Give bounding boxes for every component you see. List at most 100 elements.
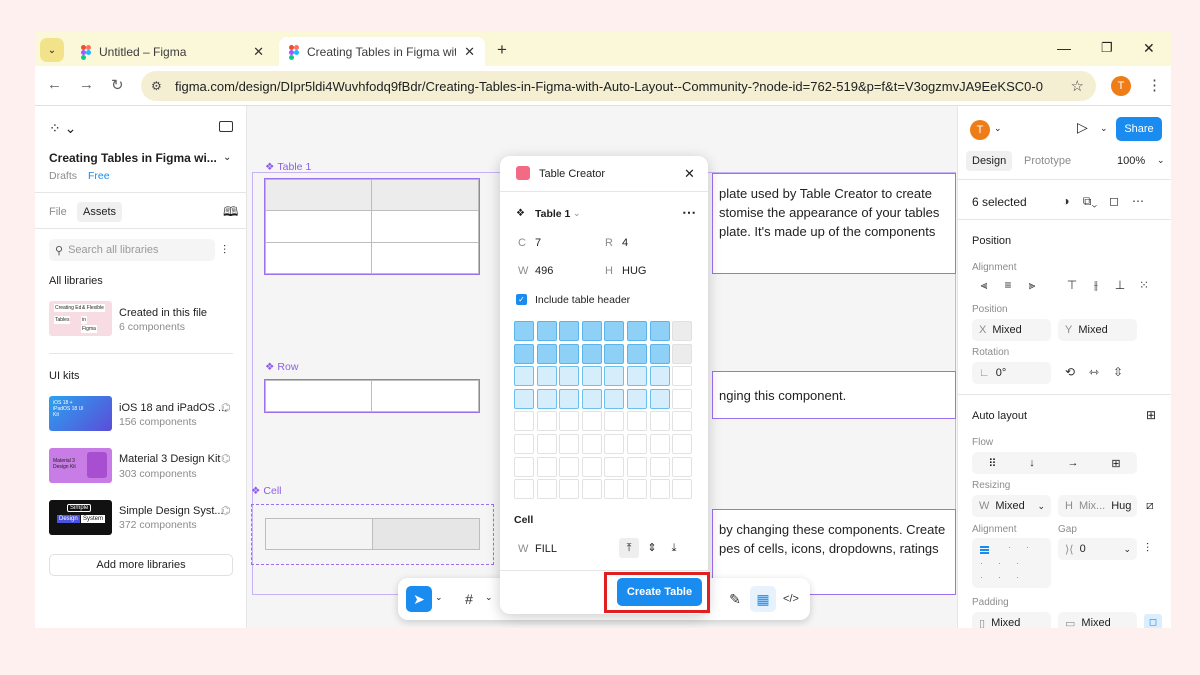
user-avatar[interactable]: T <box>970 120 990 140</box>
frame-tool-button[interactable]: # <box>456 586 482 612</box>
tab-assets[interactable]: Assets <box>77 202 123 222</box>
grid-cell[interactable] <box>672 411 693 432</box>
back-icon[interactable]: ← <box>47 76 62 93</box>
grid-cell[interactable] <box>559 434 580 454</box>
grid-cell[interactable] <box>514 456 534 477</box>
minimize-icon[interactable]: — <box>1057 40 1071 56</box>
chevron-down-icon[interactable]: ⌄ <box>435 592 443 603</box>
tab-search-button[interactable]: ⌄ <box>40 38 64 62</box>
bookmark-star-icon[interactable]: ☆ <box>1071 77 1084 95</box>
search-input[interactable]: ⚲ Search all libraries <box>49 239 215 261</box>
grid-cell[interactable] <box>627 366 647 387</box>
grid-cell[interactable] <box>581 321 602 341</box>
grid-cell[interactable] <box>559 479 580 500</box>
align-center-v-icon[interactable]: ⫲ <box>1084 278 1108 293</box>
grid-cell[interactable] <box>536 479 557 500</box>
grid-cell[interactable] <box>604 456 625 477</box>
grid-cell[interactable] <box>581 411 602 432</box>
grid-cell[interactable] <box>536 321 557 341</box>
grid-cell[interactable] <box>581 343 602 364</box>
chevron-down-icon[interactable]: ⌄ <box>485 592 493 603</box>
grid-cell[interactable] <box>672 321 693 341</box>
chevron-down-icon[interactable]: ⌄ <box>573 208 581 219</box>
toggle-sidebar-icon[interactable] <box>219 121 233 132</box>
table-frame[interactable] <box>264 178 480 275</box>
component-create-icon[interactable]: ⧉⌄ <box>1078 194 1102 209</box>
window-close-icon[interactable]: ✕ <box>1143 40 1155 57</box>
chevron-down-icon[interactable]: ⌄ <box>994 123 1002 134</box>
align-right-icon[interactable]: ⫸ <box>1020 278 1044 293</box>
grid-cell[interactable] <box>559 321 580 341</box>
grid-cell[interactable] <box>649 456 670 477</box>
grid-cell[interactable] <box>604 411 625 432</box>
library-name[interactable]: Material 3 Design Kit <box>119 453 221 465</box>
flow-freeform-icon[interactable]: ⠿ <box>988 457 996 470</box>
grid-cell[interactable] <box>536 366 557 387</box>
grid-cell[interactable] <box>559 456 580 477</box>
flow-vertical-icon[interactable]: ↓ <box>1029 457 1035 469</box>
tab-file[interactable]: File <box>49 206 67 218</box>
align-top-icon[interactable]: ⤒ <box>619 538 639 558</box>
grid-cell[interactable] <box>514 479 534 500</box>
more-options-icon[interactable]: ⋯ <box>1126 194 1150 208</box>
browser-menu-icon[interactable]: ⋮ <box>1147 76 1162 94</box>
share-button[interactable]: Share <box>1116 117 1162 141</box>
individual-padding-icon[interactable]: ◻ <box>1144 614 1162 628</box>
profile-avatar[interactable]: T <box>1111 76 1131 96</box>
library-link-icon[interactable]: ⌬ <box>221 401 231 414</box>
grid-cell[interactable] <box>514 343 534 364</box>
cell-width-value[interactable]: FILL <box>535 543 557 555</box>
grid-cell[interactable] <box>672 434 693 454</box>
grid-cell[interactable] <box>581 366 602 387</box>
library-name[interactable]: Created in this file <box>119 307 207 319</box>
address-bar[interactable]: ⚙ figma.com/design/DIpr5ldi4Wuvhfodq9fBd… <box>141 71 1096 101</box>
padding-horizontal-input[interactable]: ▯ Mixed <box>972 612 1051 628</box>
library-book-icon[interactable]: 🕮 <box>223 203 238 225</box>
height-input[interactable]: HUG <box>622 265 646 277</box>
grid-cell[interactable] <box>581 388 602 409</box>
flip-horizontal-icon[interactable]: ⇿ <box>1082 365 1106 379</box>
zoom-level[interactable]: 100% <box>1117 155 1145 167</box>
table-size-grid[interactable] <box>514 321 696 503</box>
clip-content-icon[interactable]: ⧄ <box>1146 498 1154 513</box>
grid-cell[interactable] <box>627 321 647 341</box>
restore-icon[interactable]: ❐ <box>1101 40 1113 56</box>
mask-icon[interactable]: ◑ <box>1054 194 1078 208</box>
grid-cell[interactable] <box>581 479 602 500</box>
frame-label-row[interactable]: ❖ Row <box>265 361 298 373</box>
resize-width-select[interactable]: W Mixed ⌄ <box>972 495 1051 517</box>
layout-settings-icon[interactable]: ⫶ <box>1146 541 1149 556</box>
grid-cell[interactable] <box>559 343 580 364</box>
tab-design[interactable]: Design <box>966 151 1013 171</box>
flow-wrap-icon[interactable]: ⊞ <box>1111 457 1120 470</box>
library-name[interactable]: iOS 18 and iPadOS ... <box>119 402 227 414</box>
cell-frame[interactable] <box>251 504 494 565</box>
close-icon[interactable]: ✕ <box>464 44 475 60</box>
grid-cell[interactable] <box>672 456 693 477</box>
frame-label-cell[interactable]: ❖ Cell <box>251 485 282 497</box>
chevron-down-icon[interactable]: ⌄ <box>223 152 231 163</box>
figma-menu-icon[interactable]: ⁘ ⌄ <box>49 120 76 137</box>
padding-vertical-input[interactable]: ▭ Mixed <box>1058 612 1137 628</box>
align-center-h-icon[interactable]: ≡ <box>996 278 1020 292</box>
grid-cell[interactable] <box>649 388 670 409</box>
grid-cell[interactable] <box>627 456 647 477</box>
flip-vertical-icon[interactable]: ⇳ <box>1106 365 1130 379</box>
grid-cell[interactable] <box>672 388 693 409</box>
grid-cell[interactable] <box>536 434 557 454</box>
grid-cell[interactable] <box>536 411 557 432</box>
grid-cell[interactable] <box>514 321 534 341</box>
grid-cell[interactable] <box>581 434 602 454</box>
tab-prototype[interactable]: Prototype <box>1024 155 1071 167</box>
move-tool-button[interactable]: ➤ <box>406 586 432 612</box>
canvas[interactable]: ❖ Table 1 plate used by Table Creator to … <box>247 106 957 628</box>
present-play-icon[interactable]: ▷ <box>1077 119 1088 136</box>
rows-input[interactable]: 4 <box>622 237 628 249</box>
grid-cell[interactable] <box>536 388 557 409</box>
grid-cell[interactable] <box>514 366 534 387</box>
frame-select-icon[interactable]: ◻ <box>1102 194 1126 208</box>
grid-cell[interactable] <box>604 388 625 409</box>
grid-cell[interactable] <box>559 388 580 409</box>
library-name[interactable]: Simple Design Syst... <box>119 505 224 517</box>
grid-cell[interactable] <box>604 479 625 500</box>
